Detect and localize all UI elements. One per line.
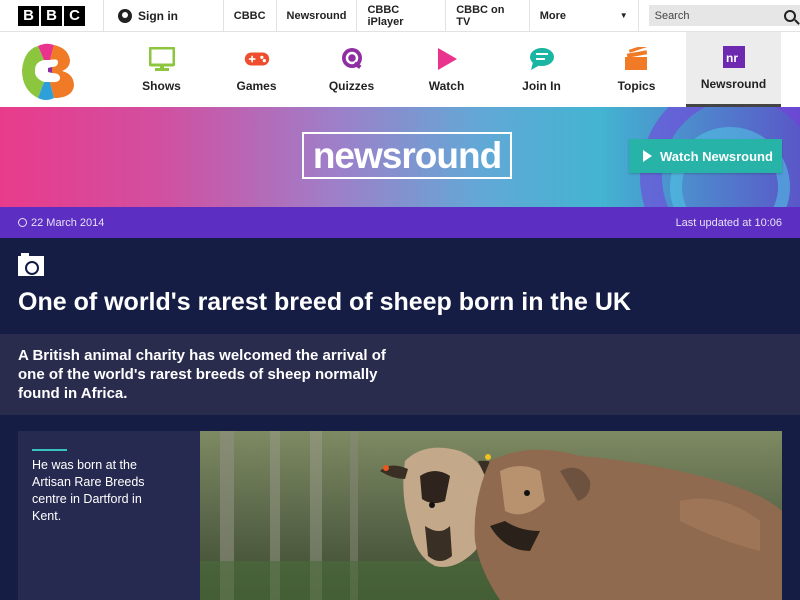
nav-games[interactable]: Games [209, 32, 304, 107]
bbc-link-newsround[interactable]: Newsround [275, 0, 357, 32]
bbc-logo[interactable]: B B C [18, 5, 85, 26]
nav-newsround[interactable]: nr Newsround [686, 32, 781, 107]
last-updated: Last updated at 10:06 [675, 216, 782, 229]
more-label: More [539, 9, 566, 22]
image-caption-panel: He was born at the Artisan Rare Breeds c… [18, 431, 200, 600]
cbbc-logo[interactable] [18, 40, 80, 104]
svg-text:nr: nr [726, 51, 738, 65]
publish-date-text: 22 March 2014 [31, 216, 105, 229]
nav-label: Shows [142, 78, 181, 93]
bbc-link-cbbc-on-tv[interactable]: CBBC on TV [445, 0, 528, 32]
headline-section [0, 238, 800, 334]
bbc-link-cbbc-iplayer[interactable]: CBBC iPlayer [356, 0, 445, 32]
clock-icon [18, 218, 27, 227]
newsround-logo[interactable]: newsround [302, 132, 512, 179]
sign-in-link[interactable]: Sign in [103, 0, 223, 32]
nav-label: Games [236, 78, 277, 93]
watch-newsround-button[interactable]: Watch Newsround [629, 139, 782, 173]
bbc-logo-letter: C [64, 5, 85, 26]
bbc-link-cbbc[interactable]: CBBC [222, 0, 276, 32]
quiz-icon [339, 47, 365, 71]
bbc-masthead: B B C Sign in CBBC Newsround CBBC iPlaye… [0, 0, 800, 32]
nav-label: Newsround [700, 77, 767, 91]
article-headline: One of world's rarest breed of sheep bor… [18, 288, 631, 316]
nav-label: Watch [428, 78, 465, 93]
play-icon [434, 47, 460, 71]
caret-down-icon: ▼ [619, 11, 628, 20]
gamepad-icon [244, 47, 270, 71]
sign-in-label: Sign in [138, 8, 178, 23]
search-placeholder: Search [654, 9, 690, 22]
bbc-logo-letter: B [18, 5, 39, 26]
nav-label: Join In [522, 78, 561, 93]
camera-icon [18, 253, 44, 276]
play-icon [643, 150, 652, 162]
watch-newsround-label: Watch Newsround [660, 148, 773, 164]
sheep-photo [200, 431, 782, 600]
nav-join-in[interactable]: Join In [494, 32, 589, 107]
nav-label: Quizzes [328, 78, 375, 93]
publish-date: 22 March 2014 [18, 217, 104, 229]
nav-topics[interactable]: Topics [589, 32, 684, 107]
bbc-logo-letter: B [41, 5, 62, 26]
image-caption: He was born at the Artisan Rare Breeds c… [32, 458, 145, 523]
chat-icon [529, 47, 555, 71]
cbbc-navigation: Shows Games Quizzes Watch Join In Topics… [0, 32, 800, 107]
nav-watch[interactable]: Watch [399, 32, 494, 107]
newsround-icon: nr [721, 45, 747, 69]
search-box[interactable]: Search [648, 5, 800, 26]
search-icon[interactable] [784, 9, 797, 22]
date-bar: 22 March 2014 Last updated at 10:06 [0, 207, 800, 238]
nav-label: Topics [617, 78, 656, 93]
user-icon [118, 8, 132, 23]
nav-quizzes[interactable]: Quizzes [304, 32, 399, 107]
caption-rule [32, 449, 67, 451]
nav-shows[interactable]: Shows [114, 32, 209, 107]
article-summary: A British animal charity has welcomed th… [18, 347, 386, 402]
topics-icon [624, 46, 650, 71]
tv-icon [148, 46, 175, 71]
more-menu[interactable]: More ▼ [528, 0, 639, 32]
